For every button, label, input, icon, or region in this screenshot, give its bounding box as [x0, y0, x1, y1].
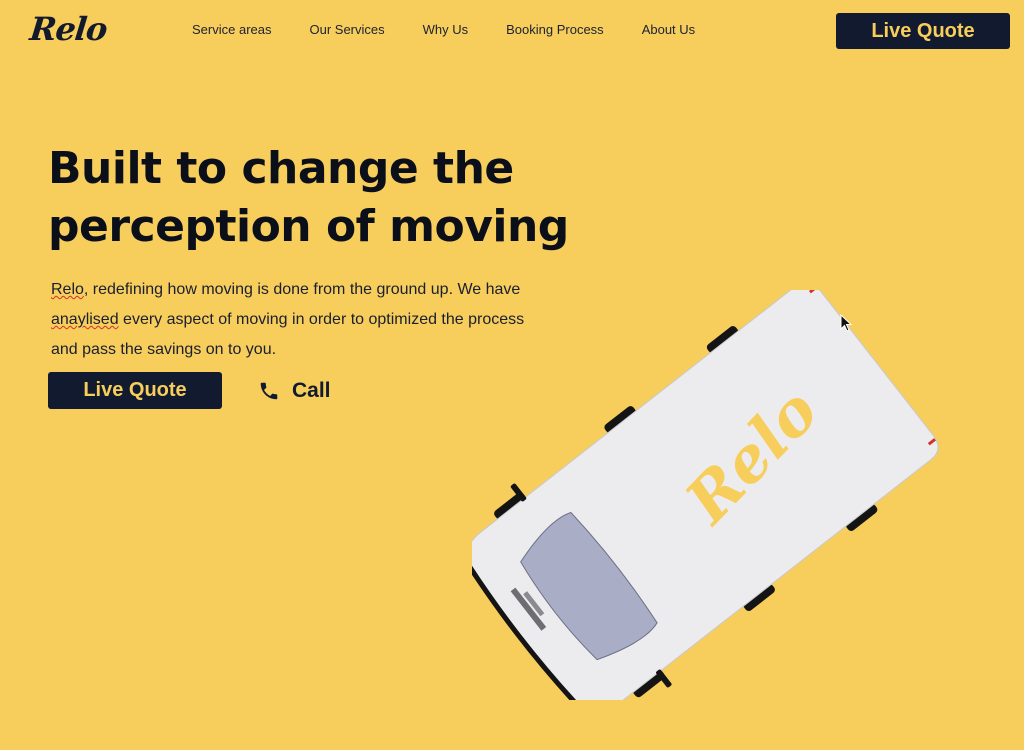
call-button[interactable]: Call	[258, 376, 331, 406]
nav-our-services[interactable]: Our Services	[309, 22, 384, 37]
desc-part-3: and pass the savings on to you.	[51, 341, 277, 358]
desc-part-2: every aspect of moving in order to optim…	[118, 311, 525, 328]
headline-line-1: Built to change the	[48, 143, 514, 194]
van-illustration: Relo	[472, 290, 939, 700]
nav-booking-process[interactable]: Booking Process	[506, 22, 604, 37]
desc-part-1: , redefining how moving is done from the…	[83, 281, 521, 298]
header-live-quote-button[interactable]: Live Quote	[836, 13, 1010, 49]
call-label: Call	[292, 379, 331, 402]
misspelled-word: anaylised	[51, 311, 119, 328]
hero-headline: Built to change the perception of moving	[48, 140, 569, 256]
headline-line-2: perception of moving	[48, 201, 569, 252]
logo[interactable]: Relo	[28, 10, 108, 48]
nav-why-us[interactable]: Why Us	[423, 22, 469, 37]
nav-about-us[interactable]: About Us	[642, 22, 695, 37]
hero-live-quote-button[interactable]: Live Quote	[48, 372, 222, 409]
brand-word: Relo	[51, 281, 84, 298]
main-nav: Service areas Our Services Why Us Bookin…	[192, 22, 695, 37]
phone-icon	[260, 382, 278, 400]
mouse-cursor-icon	[840, 314, 852, 332]
nav-service-areas[interactable]: Service areas	[192, 22, 271, 37]
